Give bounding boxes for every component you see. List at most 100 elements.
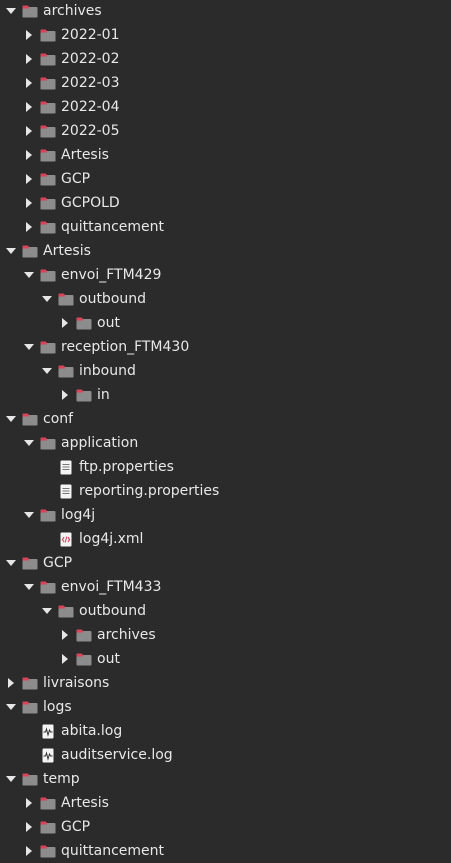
- chevron-down-icon[interactable]: [4, 407, 18, 431]
- tree-item-label: archives: [43, 3, 102, 19]
- folder-icon: [22, 675, 38, 691]
- folder-row-artesis[interactable]: Artesis: [0, 791, 451, 815]
- chevron-down-icon[interactable]: [4, 551, 18, 575]
- folder-icon: [40, 843, 56, 859]
- folder-icon: [40, 819, 56, 835]
- file-row-auditservice-log[interactable]: auditservice.log: [0, 743, 451, 767]
- tree-item-label: 2022-03: [61, 75, 120, 91]
- tree-item-label: Artesis: [61, 147, 109, 163]
- folder-row-2022-03[interactable]: 2022-03: [0, 71, 451, 95]
- chevron-down-icon[interactable]: [40, 599, 54, 623]
- chevron-right-icon[interactable]: [22, 215, 36, 239]
- chevron-right-icon[interactable]: [22, 95, 36, 119]
- chevron-right-icon[interactable]: [22, 71, 36, 95]
- folder-row-2022-01[interactable]: 2022-01: [0, 23, 451, 47]
- chevron-down-icon[interactable]: [22, 335, 36, 359]
- folder-icon: [58, 603, 74, 619]
- chevron-down-icon[interactable]: [4, 0, 18, 23]
- folder-row-2022-04[interactable]: 2022-04: [0, 95, 451, 119]
- folder-icon: [76, 315, 92, 331]
- folder-icon: [40, 99, 56, 115]
- folder-row-envoi-ftm429[interactable]: envoi_FTM429: [0, 263, 451, 287]
- file-row-log4j-xml[interactable]: log4j.xml: [0, 527, 451, 551]
- folder-row-gcp[interactable]: GCP: [0, 551, 451, 575]
- folder-row-quittancement[interactable]: quittancement: [0, 215, 451, 239]
- folder-icon: [40, 51, 56, 67]
- chevron-down-icon[interactable]: [40, 359, 54, 383]
- tree-item-label: quittancement: [61, 219, 165, 235]
- folder-icon: [40, 507, 56, 523]
- folder-row-archives[interactable]: archives: [0, 0, 451, 23]
- chevron-right-icon[interactable]: [58, 311, 72, 335]
- folder-row-gcp[interactable]: GCP: [0, 167, 451, 191]
- folder-icon: [58, 291, 74, 307]
- folder-icon: [22, 771, 38, 787]
- folder-row-envoi-ftm433[interactable]: envoi_FTM433: [0, 575, 451, 599]
- chevron-right-icon[interactable]: [22, 839, 36, 863]
- folder-row-inbound[interactable]: inbound: [0, 359, 451, 383]
- file-tree: archives 2022-01 2022-02 2022-03 2022-04 2022…: [0, 0, 451, 863]
- folder-row-conf[interactable]: conf: [0, 407, 451, 431]
- tree-item-label: outbound: [79, 291, 147, 307]
- tree-item-label: livraisons: [43, 675, 110, 691]
- folder-icon: [76, 627, 92, 643]
- chevron-down-icon[interactable]: [40, 287, 54, 311]
- folder-row-gcp[interactable]: GCP: [0, 815, 451, 839]
- chevron-down-icon[interactable]: [22, 575, 36, 599]
- chevron-right-icon[interactable]: [22, 815, 36, 839]
- chevron-right-icon[interactable]: [58, 623, 72, 647]
- file-row-abita-log[interactable]: abita.log: [0, 719, 451, 743]
- folder-row-2022-05[interactable]: 2022-05: [0, 119, 451, 143]
- chevron-right-icon[interactable]: [22, 47, 36, 71]
- chevron-right-icon[interactable]: [22, 191, 36, 215]
- folder-row-artesis[interactable]: Artesis: [0, 143, 451, 167]
- folder-icon: [40, 147, 56, 163]
- folder-row-log4j[interactable]: log4j: [0, 503, 451, 527]
- log-file-icon: [40, 723, 56, 739]
- chevron-down-icon[interactable]: [4, 767, 18, 791]
- folder-icon: [22, 411, 38, 427]
- folder-icon: [40, 171, 56, 187]
- tree-item-label: 2022-02: [61, 51, 120, 67]
- chevron-right-icon[interactable]: [58, 647, 72, 671]
- folder-row-livraisons[interactable]: livraisons: [0, 671, 451, 695]
- folder-row-logs[interactable]: logs: [0, 695, 451, 719]
- folder-row-temp[interactable]: temp: [0, 767, 451, 791]
- folder-row-outbound[interactable]: outbound: [0, 287, 451, 311]
- tree-item-label: log4j.xml: [79, 531, 144, 547]
- chevron-down-icon[interactable]: [22, 431, 36, 455]
- chevron-right-icon[interactable]: [58, 383, 72, 407]
- tree-item-label: application: [61, 435, 139, 451]
- xml-file-icon: [58, 531, 74, 547]
- folder-row-archives[interactable]: archives: [0, 623, 451, 647]
- chevron-down-icon[interactable]: [22, 263, 36, 287]
- tree-item-label: 2022-04: [61, 99, 120, 115]
- tree-item-label: outbound: [79, 603, 147, 619]
- folder-row-in[interactable]: in: [0, 383, 451, 407]
- folder-row-outbound[interactable]: outbound: [0, 599, 451, 623]
- folder-row-gcpold[interactable]: GCPOLD: [0, 191, 451, 215]
- chevron-right-icon[interactable]: [22, 791, 36, 815]
- folder-row-application[interactable]: application: [0, 431, 451, 455]
- folder-row-out[interactable]: out: [0, 311, 451, 335]
- file-row-reporting-properties[interactable]: reporting.properties: [0, 479, 451, 503]
- folder-row-quittancement[interactable]: quittancement: [0, 839, 451, 863]
- folder-row-artesis[interactable]: Artesis: [0, 239, 451, 263]
- chevron-right-icon[interactable]: [22, 119, 36, 143]
- folder-row-out[interactable]: out: [0, 647, 451, 671]
- file-row-ftp-properties[interactable]: ftp.properties: [0, 455, 451, 479]
- tree-item-label: quittancement: [61, 843, 165, 859]
- chevron-down-icon[interactable]: [4, 695, 18, 719]
- log-file-icon: [40, 747, 56, 763]
- chevron-right-icon[interactable]: [22, 143, 36, 167]
- toggle-spacer: [40, 455, 54, 479]
- chevron-right-icon[interactable]: [22, 23, 36, 47]
- folder-row-2022-02[interactable]: 2022-02: [0, 47, 451, 71]
- folder-row-reception-ftm430[interactable]: reception_FTM430: [0, 335, 451, 359]
- chevron-down-icon[interactable]: [4, 239, 18, 263]
- folder-icon: [76, 387, 92, 403]
- chevron-right-icon[interactable]: [22, 167, 36, 191]
- chevron-right-icon[interactable]: [4, 671, 18, 695]
- tree-item-label: GCP: [61, 819, 91, 835]
- chevron-down-icon[interactable]: [22, 503, 36, 527]
